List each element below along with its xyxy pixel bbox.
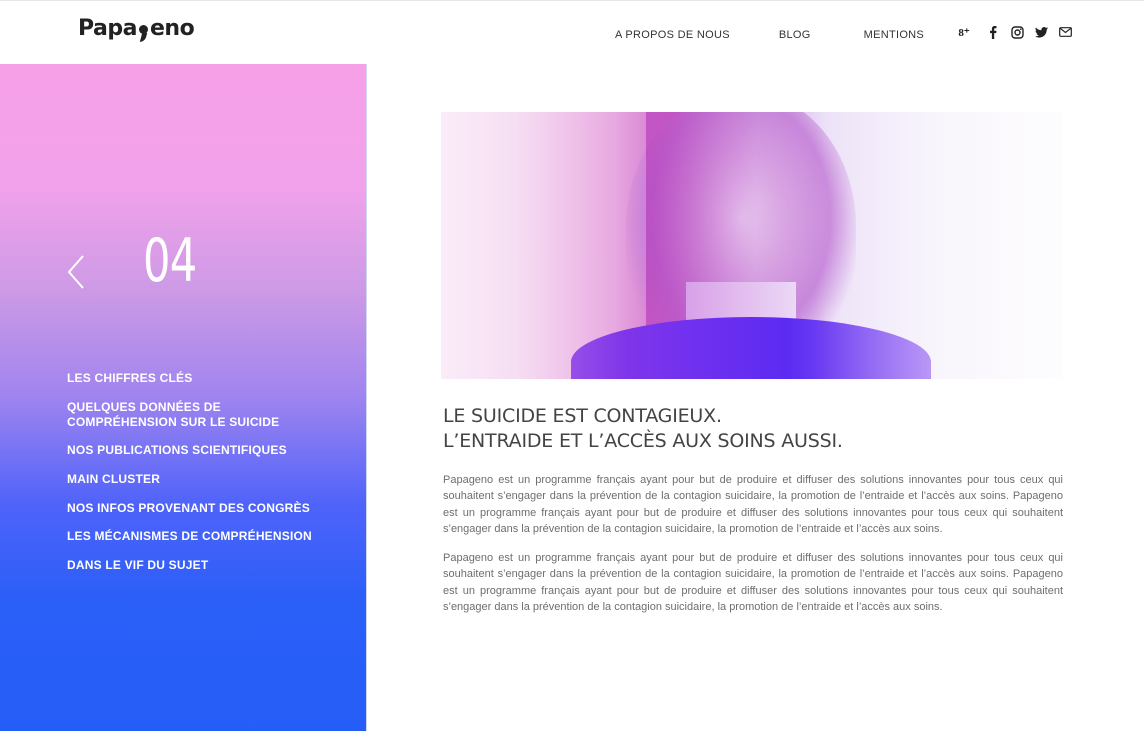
papageno-logo[interactable]: Papa eno <box>78 16 195 41</box>
instagram-icon[interactable] <box>1010 25 1024 39</box>
nav-blog[interactable]: BLOG <box>779 29 811 41</box>
social-links: 8⁺ <box>958 25 1082 39</box>
menu-item-donnees-comprehension[interactable]: QUELQUES DONNÉES DE COMPRÉHENSION SUR LE… <box>67 400 327 430</box>
menu-item-vif-du-sujet[interactable]: DANS LE VIF DU SUJET <box>67 558 208 573</box>
main-nav: A PROPOS DE NOUS BLOG MENTIONS <box>615 29 924 41</box>
logo-text-right: eno <box>149 16 195 41</box>
google-plus-glyph: 8⁺ <box>958 26 970 39</box>
nav-about-us[interactable]: A PROPOS DE NOUS <box>615 29 730 41</box>
nav-mentions[interactable]: MENTIONS <box>864 29 924 41</box>
mail-icon[interactable] <box>1058 25 1072 39</box>
hero-light-wash <box>441 112 1062 379</box>
chapter-sidebar: 04 LES CHIFFRES CLÉS QUELQUES DONNÉES DE… <box>0 64 367 731</box>
page-headline: LE SUICIDE EST CONTAGIEUX. L’ENTRAIDE ET… <box>443 404 1063 454</box>
headline-line-1: LE SUICIDE EST CONTAGIEUX. <box>443 405 722 427</box>
menu-item-infos-congres[interactable]: NOS INFOS PROVENANT DES CONGRÈS <box>67 501 310 516</box>
hero-image <box>441 112 1062 379</box>
google-plus-icon[interactable]: 8⁺ <box>958 25 976 39</box>
body-paragraph-1: Papageno est un programme français ayant… <box>443 474 1063 535</box>
body-paragraph-2: Papageno est un programme français ayant… <box>443 552 1063 613</box>
menu-item-chiffres-cles[interactable]: LES CHIFFRES CLÉS <box>67 371 192 386</box>
headline-line-2: L’ENTRAIDE ET L’ACCÈS AUX SOINS AUSSI. <box>443 430 843 452</box>
menu-item-main-cluster[interactable]: MAIN CLUSTER <box>67 472 160 487</box>
menu-item-publications[interactable]: NOS PUBLICATIONS SCIENTIFIQUES <box>67 443 287 458</box>
twitter-icon[interactable] <box>1034 25 1048 39</box>
facebook-icon[interactable] <box>986 25 1000 39</box>
logo-text-left: Papa <box>78 16 137 41</box>
chapter-number: 04 <box>143 226 197 296</box>
menu-item-mecanismes[interactable]: LES MÉCANISMES DE COMPRÉHENSION <box>67 529 312 544</box>
site-header: Papa eno A PROPOS DE NOUS BLOG MENTIONS 8… <box>0 0 1144 64</box>
logo-comma-mark <box>138 25 148 34</box>
chevron-left-icon[interactable] <box>66 254 86 290</box>
